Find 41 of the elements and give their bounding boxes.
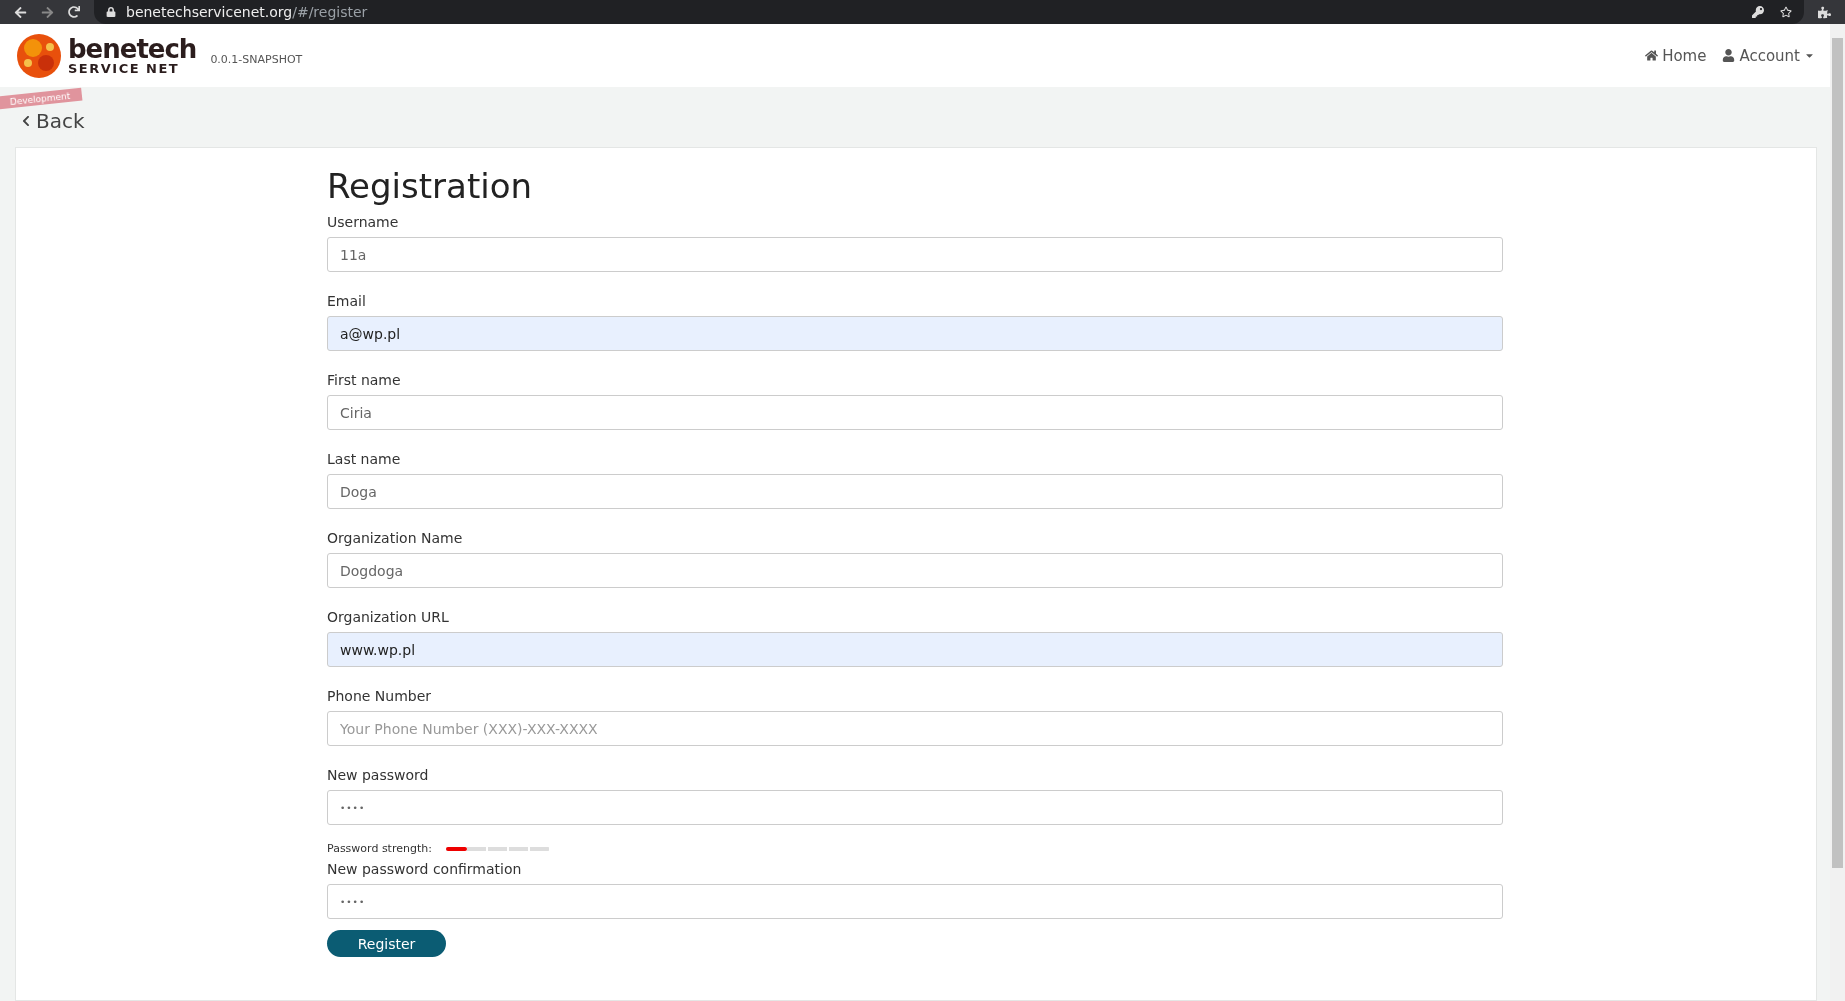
back-arrow-icon[interactable]: [14, 5, 27, 19]
star-icon[interactable]: [1780, 6, 1792, 18]
field-label: Username: [327, 214, 399, 230]
key-icon[interactable]: [1752, 6, 1764, 18]
input-field[interactable]: Dogdoga: [327, 553, 1503, 588]
back-link[interactable]: Back: [20, 109, 85, 133]
brand-subtitle: SERVICE NET: [68, 62, 181, 75]
address-bar[interactable]: benetechservicenet.org/#/register: [94, 0, 1804, 24]
account-menu[interactable]: Account: [1722, 46, 1815, 65]
field-label: Phone Number: [327, 688, 432, 704]
page-title: Registration: [327, 166, 534, 206]
home-icon: [1645, 49, 1659, 62]
input-field[interactable]: www.wp.pl: [327, 632, 1503, 667]
user-icon: [1722, 49, 1736, 62]
field-label: New password confirmation: [327, 861, 522, 877]
register-button[interactable]: Register: [327, 930, 446, 957]
field-label: Organization URL: [327, 609, 449, 625]
password-field[interactable]: ••••: [327, 790, 1503, 825]
lock-icon: [106, 7, 116, 17]
field-label: Last name: [327, 451, 401, 467]
input-field[interactable]: a@wp.pl: [327, 316, 1503, 351]
version-label: 0.0.1-SNAPSHOT: [210, 53, 303, 66]
reload-icon[interactable]: [68, 6, 80, 18]
strength-label: Password strength:: [327, 842, 432, 855]
field-label: First name: [327, 372, 401, 388]
input-field[interactable]: Ciria: [327, 395, 1503, 430]
input-field[interactable]: Your Phone Number (XXX)-XXX-XXXX: [327, 711, 1503, 746]
logo-icon: [16, 32, 62, 79]
url-text: benetechservicenet.org/#/register: [126, 4, 368, 20]
development-ribbon: Development: [0, 87, 83, 110]
field-label: Email: [327, 293, 366, 309]
chevron-left-icon: [20, 115, 32, 127]
home-link[interactable]: Home: [1645, 46, 1707, 65]
brand-name: benetech: [68, 36, 197, 62]
password-field[interactable]: ••••: [327, 884, 1503, 919]
field-label: New password: [327, 767, 429, 783]
forward-arrow-icon[interactable]: [41, 5, 54, 19]
input-field[interactable]: Doga: [327, 474, 1503, 509]
field-label: Organization Name: [327, 530, 463, 546]
puzzle-icon[interactable]: [1818, 5, 1831, 19]
input-field[interactable]: 11a: [327, 237, 1503, 272]
